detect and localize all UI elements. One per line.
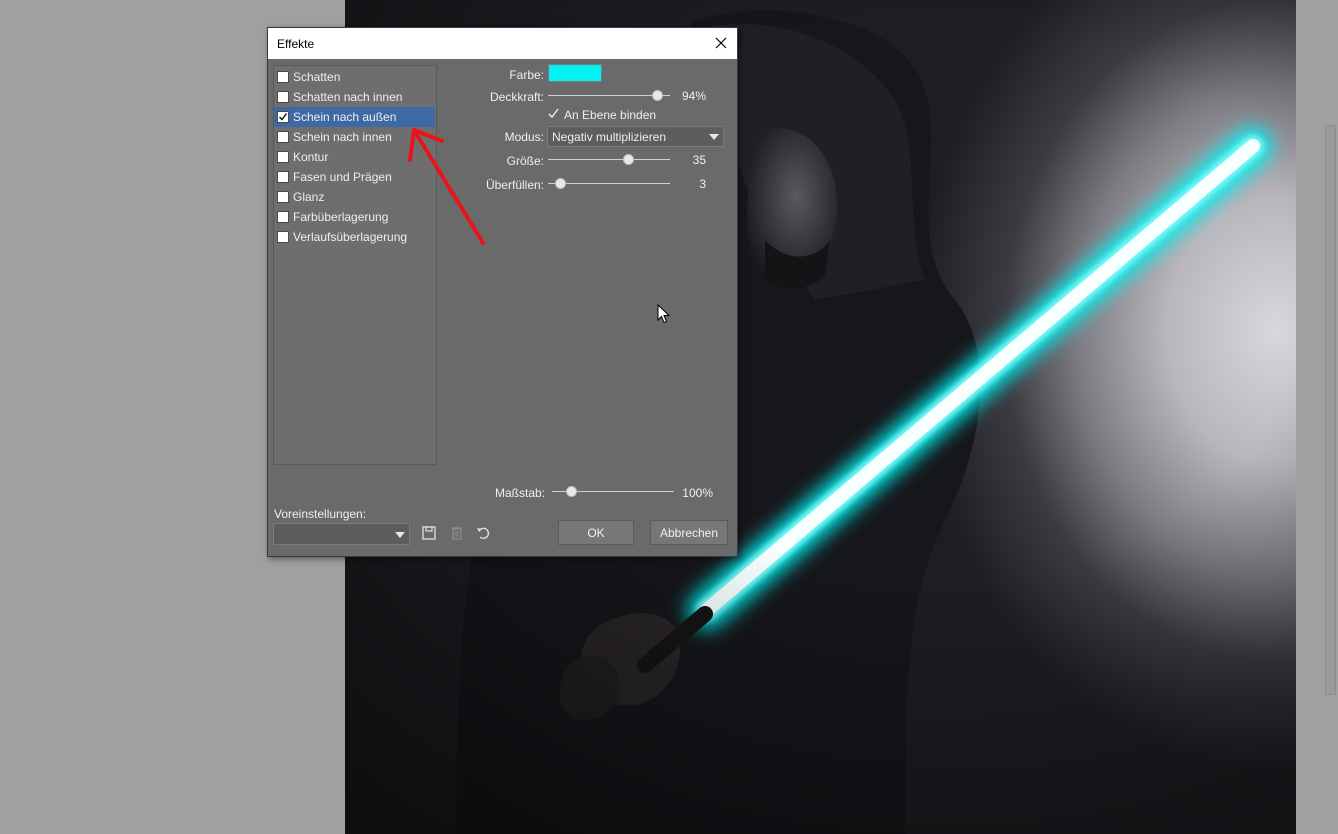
effect-checkbox[interactable]	[277, 191, 289, 203]
slider-thumb[interactable]	[652, 90, 663, 101]
effect-label: Schatten nach innen	[293, 90, 403, 104]
glow-color-swatch[interactable]	[548, 64, 602, 82]
blend-mode-value: Negativ multiplizieren	[552, 130, 667, 144]
presets-select[interactable]	[273, 523, 410, 545]
effect-checkbox[interactable]	[277, 211, 289, 223]
scrollbar-thumb[interactable]	[1325, 125, 1336, 695]
fill-slider[interactable]	[548, 178, 670, 190]
color-label: Farbe:	[509, 68, 544, 82]
effect-item[interactable]: Kontur	[274, 147, 435, 167]
chevron-down-icon	[709, 134, 719, 140]
dialog-title: Effekte	[277, 37, 315, 51]
size-label: Größe:	[506, 154, 544, 168]
effect-label: Verlaufsüberlagerung	[293, 230, 408, 244]
effect-label: Farbüberlagerung	[293, 210, 389, 224]
slider-track	[548, 159, 670, 160]
effects-dialog: Effekte Schatten Schatten nach innen Schei…	[267, 27, 738, 557]
opacity-value: 94%	[681, 89, 706, 103]
ok-button[interactable]: OK	[558, 520, 634, 545]
checkmark-icon	[279, 113, 288, 121]
effect-checkbox[interactable]	[277, 131, 289, 143]
effects-list: Schatten Schatten nach innen Schein nach a…	[273, 65, 437, 465]
effect-label: Fasen und Prägen	[293, 170, 392, 184]
blend-mode-select[interactable]: Negativ multiplizieren	[547, 126, 724, 147]
close-button[interactable]	[705, 28, 737, 59]
dialog-titlebar[interactable]: Effekte	[268, 28, 737, 59]
effect-item[interactable]: Verlaufsüberlagerung	[274, 227, 435, 247]
fill-value: 3	[699, 177, 706, 191]
slider-thumb[interactable]	[555, 178, 566, 189]
opacity-label: Deckkraft:	[489, 90, 544, 104]
effect-checkbox[interactable]	[277, 111, 289, 123]
slider-thumb[interactable]	[566, 486, 577, 497]
effect-item[interactable]: Schein nach außen	[274, 107, 435, 127]
bind-to-layer-label[interactable]: An Ebene binden	[564, 108, 656, 122]
effect-label: Schein nach innen	[293, 130, 392, 144]
chevron-down-icon	[395, 532, 405, 538]
presets-label: Voreinstellungen:	[274, 507, 367, 521]
effect-item[interactable]: Farbüberlagerung	[274, 207, 435, 227]
slider-track	[548, 183, 670, 184]
mouse-cursor-icon	[657, 304, 671, 324]
size-slider[interactable]	[548, 154, 670, 166]
fill-label: Überfüllen:	[485, 178, 544, 192]
size-value: 35	[692, 153, 706, 167]
save-preset-icon[interactable]	[421, 525, 437, 541]
effect-checkbox[interactable]	[277, 71, 289, 83]
effect-label: Schatten	[293, 70, 341, 84]
reset-icon[interactable]	[475, 525, 491, 541]
slider-thumb[interactable]	[623, 154, 634, 165]
effect-label: Schein nach außen	[293, 110, 397, 124]
effect-item[interactable]: Schein nach innen	[274, 127, 435, 147]
effect-item[interactable]: Glanz	[274, 187, 435, 207]
effect-checkbox[interactable]	[277, 171, 289, 183]
effect-checkbox[interactable]	[277, 151, 289, 163]
delete-preset-icon[interactable]	[449, 525, 465, 541]
effect-checkbox[interactable]	[277, 91, 289, 103]
effect-label: Kontur	[293, 150, 329, 164]
scale-label: Maßstab:	[494, 486, 545, 500]
effect-label: Glanz	[293, 190, 325, 204]
effect-checkbox[interactable]	[277, 231, 289, 243]
scale-slider[interactable]	[552, 486, 674, 498]
scale-value: 100%	[682, 486, 713, 500]
opacity-slider[interactable]	[548, 90, 670, 102]
cancel-button[interactable]: Abbrechen	[650, 520, 728, 545]
mode-label: Modus:	[504, 130, 544, 144]
close-icon	[715, 37, 727, 49]
effect-item[interactable]: Schatten	[274, 67, 435, 87]
effect-item[interactable]: Fasen und Prägen	[274, 167, 435, 187]
effect-item[interactable]: Schatten nach innen	[274, 87, 435, 107]
bind-to-layer-checkbox[interactable]	[548, 108, 559, 119]
